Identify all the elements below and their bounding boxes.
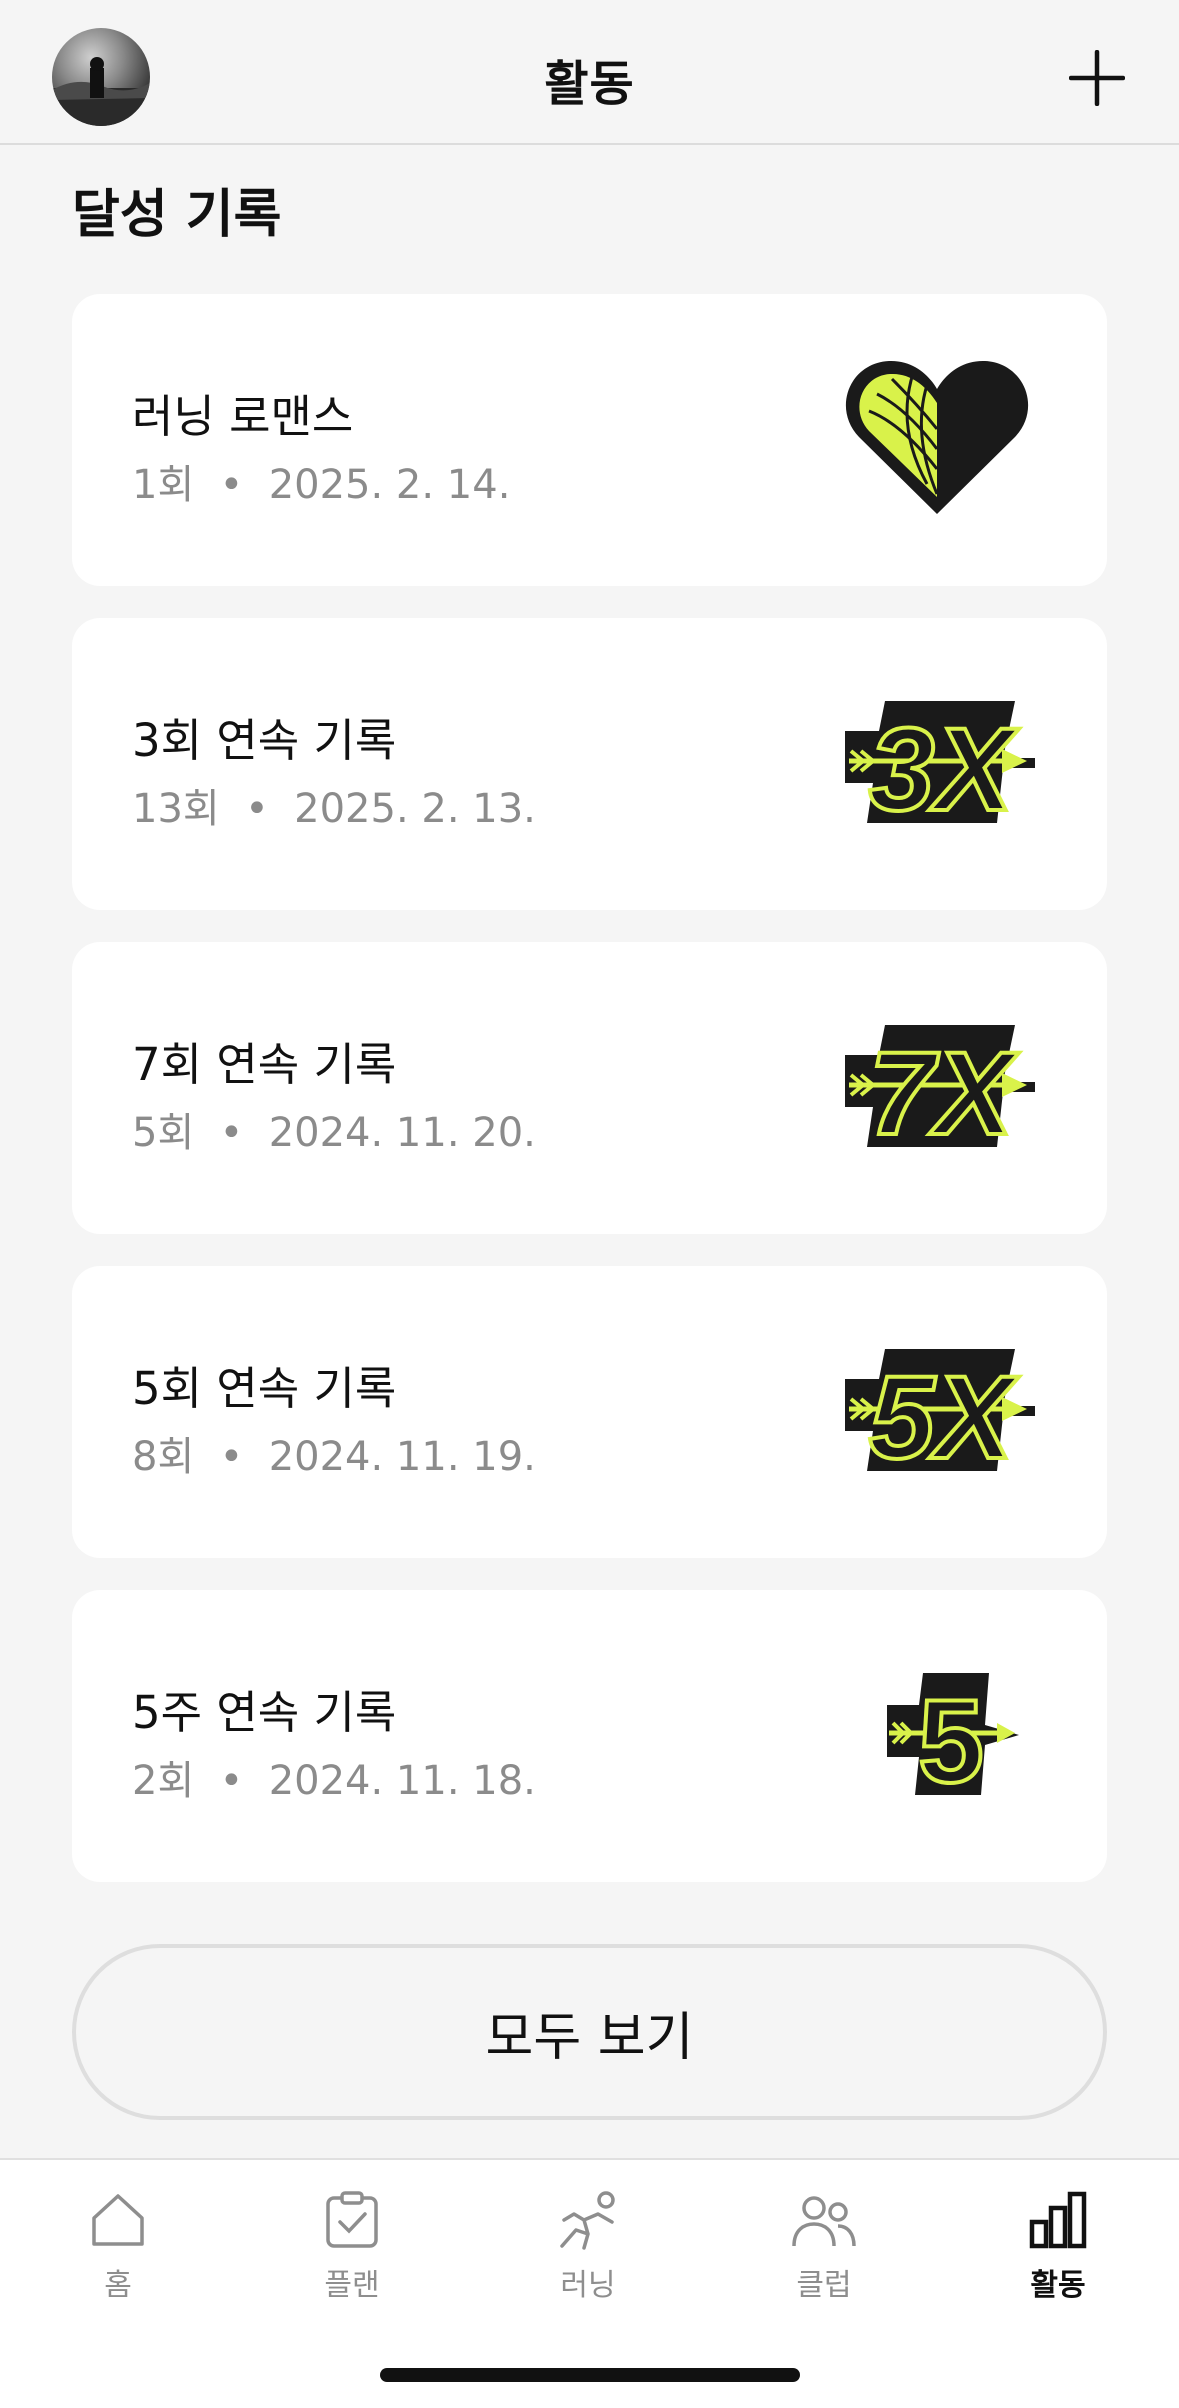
achievement-meta: 5회 • 2024. 11. 20. [132,1110,536,1156]
home-indicator [380,2368,800,2382]
tab-label: 클럽 [796,2268,852,2303]
top-bar: 활동 [0,0,1179,145]
achievement-card[interactable]: 러닝 로맨스 1회 • 2025. 2. 14. [72,294,1107,586]
achievement-card[interactable]: 3회 연속 기록 13회 • 2025. 2. 13. 3X [72,618,1107,910]
5x-badge-icon: 5X [845,1349,1035,1486]
achievement-meta: 1회 • 2025. 2. 14. [132,462,511,508]
bar-chart-icon [1029,2191,1087,2249]
tab-activity[interactable]: 활동 [978,2190,1138,2310]
achievement-title: 러닝 로맨스 [132,390,354,443]
badge-text: 3X [869,704,1020,836]
7x-badge-icon: 7X [845,1025,1035,1162]
tab-label: 러닝 [560,2268,616,2303]
tab-label: 플랜 [324,2268,380,2303]
view-all-button[interactable]: 모두 보기 [72,1944,1107,2120]
clipboard-check-icon [326,2191,378,2248]
plus-icon[interactable] [1069,50,1125,106]
achievement-title: 7회 연속 기록 [132,1038,397,1091]
achievement-meta: 2회 • 2024. 11. 18. [132,1758,536,1804]
tab-label: 홈 [104,2268,132,2303]
badge-text: 5X [869,1352,1020,1484]
tab-plan[interactable]: 플랜 [272,2190,432,2310]
tab-running[interactable]: 러닝 [508,2190,668,2310]
achievement-title: 3회 연속 기록 [132,714,397,767]
achievement-title: 5주 연속 기록 [132,1686,397,1739]
achievement-card[interactable]: 5주 연속 기록 2회 • 2024. 11. 18. 5 [72,1590,1107,1882]
badge-text: 5 [918,1676,984,1808]
home-icon [92,2194,144,2246]
achievement-title: 5회 연속 기록 [132,1362,397,1415]
tab-label: 활동 [1030,2268,1086,2303]
page-title: 활동 [544,56,635,112]
5-week-badge-icon: 5 [887,1673,1019,1810]
3x-badge-icon: 3X [845,701,1035,838]
badge-text: 7X [869,1028,1020,1160]
achievement-card[interactable]: 5회 연속 기록 8회 • 2024. 11. 19. 5X [72,1266,1107,1558]
tab-home[interactable]: 홈 [38,2190,198,2310]
achievement-meta: 8회 • 2024. 11. 19. [132,1434,536,1480]
achievement-card[interactable]: 7회 연속 기록 5회 • 2024. 11. 20. 7X [72,942,1107,1234]
heart-badge-icon [845,360,1029,514]
achievement-meta: 13회 • 2025. 2. 13. [132,786,536,832]
section-title: 달성 기록 [72,185,282,245]
people-icon [792,2196,856,2247]
tab-club[interactable]: 클럽 [744,2190,904,2310]
runner-icon [560,2191,615,2250]
